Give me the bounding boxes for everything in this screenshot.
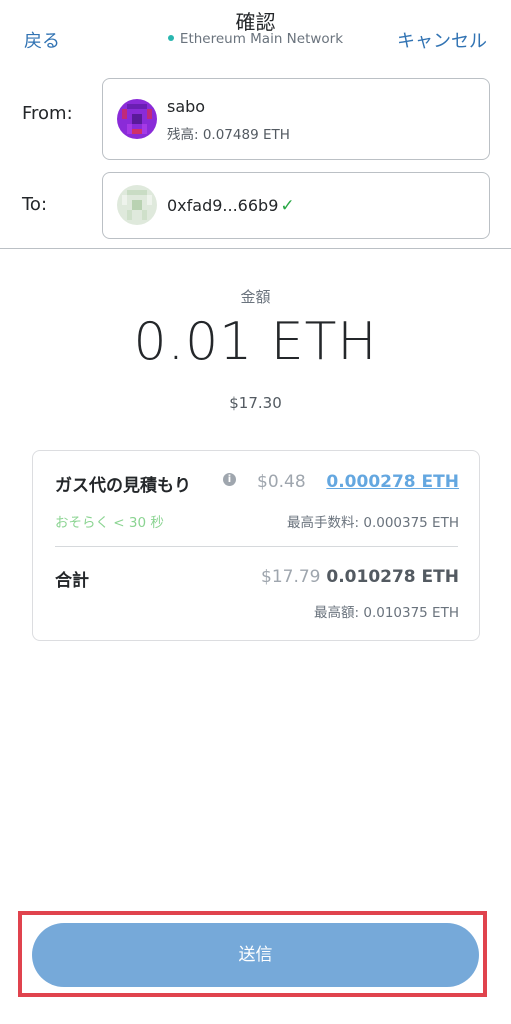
- amount-value: 0.01 ETH: [133, 312, 378, 372]
- amount-fiat: $17.30: [229, 394, 282, 412]
- header: 戻る 確認 Ethereum Main Network キャンセル: [0, 0, 511, 70]
- section-divider: [0, 248, 511, 249]
- from-account-name: sabo: [167, 97, 206, 116]
- from-identicon-icon: [117, 99, 157, 139]
- cancel-button[interactable]: キャンセル: [397, 27, 487, 53]
- amount-label: 金額: [240, 288, 271, 306]
- card-divider: [55, 546, 458, 547]
- verified-check-icon: ✓: [280, 196, 295, 216]
- gas-max-fee: 最高手数料: 0.000375 ETH: [287, 515, 459, 531]
- total-fiat: $17.79: [261, 567, 321, 587]
- gas-eth-link[interactable]: 0.000278 ETH: [326, 472, 459, 492]
- from-label: From:: [22, 103, 73, 124]
- from-account-box[interactable]: sabo 残高: 0.07489 ETH: [102, 78, 490, 160]
- network-status-dot-icon: [167, 35, 174, 41]
- to-label: To:: [22, 194, 48, 215]
- to-account-box[interactable]: 0xfad9...66b9 ✓: [102, 172, 490, 239]
- gas-fiat: $0.48: [257, 472, 306, 492]
- send-button[interactable]: 送信: [32, 923, 479, 987]
- total-eth: 0.010278 ETH: [326, 567, 459, 587]
- info-icon[interactable]: i: [223, 473, 236, 486]
- network-name: Ethereum Main Network: [179, 31, 344, 47]
- gas-estimate-title: ガス代の見積もり: [55, 476, 191, 496]
- to-address-text: 0xfad9...66b9: [167, 196, 279, 215]
- to-address: 0xfad9...66b9 ✓: [167, 196, 295, 216]
- to-identicon-icon: [117, 185, 157, 225]
- gas-time-estimate: おそらく < 30 秒: [55, 515, 164, 531]
- fee-summary-card: ガス代の見積もり i $0.48 0.000278 ETH おそらく < 30 …: [32, 450, 480, 641]
- total-title: 合計: [55, 571, 89, 591]
- total-max-amount: 最高額: 0.010375 ETH: [314, 605, 459, 621]
- from-account-balance: 残高: 0.07489 ETH: [167, 127, 290, 143]
